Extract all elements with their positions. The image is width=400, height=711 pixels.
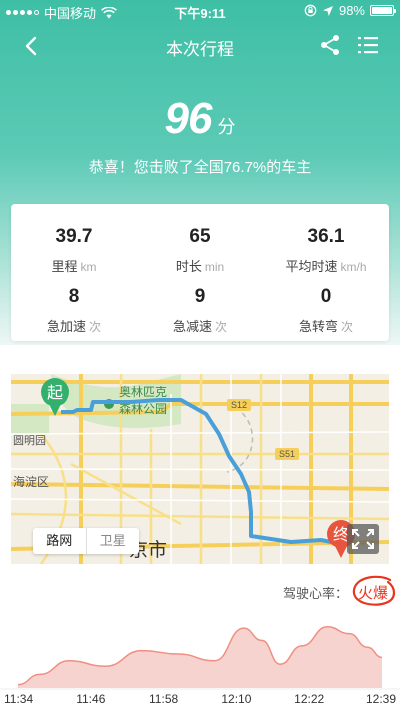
stat-value: 9 [194, 286, 206, 307]
stat-distance: 39.7 里程 km [11, 226, 137, 275]
road-label-s51: S51 [279, 449, 295, 459]
list-menu-icon [358, 37, 378, 54]
heart-rate-label: 驾驶心率： [282, 586, 348, 601]
stat-hard-braking: 9 急减速次 [137, 286, 263, 335]
stat-duration: 65 时长 min [137, 226, 263, 275]
place-label-district: 海淀区 [13, 474, 49, 489]
score-message: 恭喜！您击败了全国76.7%的车主 [88, 159, 312, 176]
share-button[interactable] [318, 33, 342, 57]
heart-rate-chart [0, 626, 400, 690]
stat-unit: min [204, 260, 225, 274]
heart-rate-area [18, 626, 382, 688]
score-unit: 分 [217, 117, 236, 137]
stat-sharp-turn: 0 急转弯次 [263, 286, 389, 335]
stat-unit: 次 [89, 320, 102, 334]
chart-x-axis: 11:34 11:46 11:58 12:10 12:22 12:39 [0, 692, 400, 708]
stat-value: 39.7 [55, 226, 93, 247]
park-area [11, 404, 49, 434]
stat-unit: km/h [340, 260, 367, 274]
stat-unit: 次 [215, 320, 228, 334]
status-bar: 中国移动 下午9:11 98% [0, 0, 400, 22]
fullscreen-button[interactable] [347, 524, 379, 554]
rotation-lock-icon [304, 4, 317, 17]
expand-icon [352, 529, 374, 549]
heart-rate-row: 驾驶心率： 火爆 [282, 575, 396, 606]
stat-value: 36.1 [307, 226, 345, 247]
trip-stats-card: 39.7 里程 km 65 时长 min 36.1 平均时速 km/h 8 急加速次 … [11, 204, 389, 341]
map-mode-switch: 路网 卫星 [33, 528, 139, 554]
menu-button[interactable] [356, 33, 380, 57]
share-icon [321, 35, 339, 55]
stat-hard-acceleration: 8 急加速次 [11, 286, 137, 335]
map-mode-satellite[interactable]: 卫星 [87, 528, 140, 554]
stat-label: 急加速 [46, 319, 86, 334]
stat-label: 平均时速 [285, 259, 338, 274]
start-marker-label: 起 [47, 383, 63, 402]
trip-score: 96 分 [0, 94, 400, 144]
x-tick-label: 11:58 [149, 692, 179, 706]
stat-label: 急转弯 [298, 319, 338, 334]
stat-value: 8 [68, 286, 80, 307]
x-tick-label: 12:22 [294, 692, 325, 706]
nav-bar: 本次行程 [0, 22, 400, 68]
x-tick-label: 11:46 [76, 692, 106, 706]
battery-icon [370, 5, 396, 16]
place-label-garden: 圆明园 [13, 434, 46, 447]
map-mode-road[interactable]: 路网 [33, 528, 87, 554]
stat-unit: 次 [341, 320, 354, 334]
stat-label: 里程 [51, 259, 78, 274]
hand-drawn-circle [352, 575, 396, 606]
score-value: 96 [164, 94, 213, 143]
location-arrow-icon [322, 5, 333, 16]
stat-average-speed: 36.1 平均时速 km/h [263, 226, 389, 275]
stat-value: 65 [189, 226, 211, 247]
battery-percent: 98% [338, 3, 365, 18]
place-label-park: 奥林匹克 [119, 385, 167, 399]
stat-label: 时长 [175, 259, 202, 274]
x-tick-label: 12:10 [221, 692, 252, 706]
stat-value: 0 [320, 286, 332, 307]
x-tick-label: 11:34 [4, 692, 34, 706]
stat-unit: km [80, 260, 97, 274]
x-tick-label: 12:39 [365, 692, 396, 706]
route-map[interactable]: S12 S51 奥林匹克 森林公园 圆明园 海淀区 京市 起 终 路网 卫星 [11, 374, 389, 564]
stat-label: 急减速 [172, 319, 212, 334]
road-label-s12: S12 [231, 400, 247, 410]
heart-rate-value: 火爆 [352, 575, 396, 606]
